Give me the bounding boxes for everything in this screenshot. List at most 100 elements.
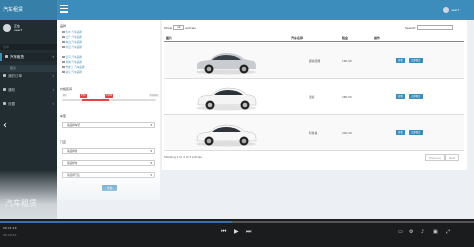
play-icon[interactable]: ▶ <box>234 229 239 235</box>
volume-icon[interactable]: ♪ <box>421 229 424 235</box>
page-length-control[interactable]: Show 10 entries <box>164 25 196 30</box>
select-value: 请选择车型 <box>67 124 80 127</box>
price-range-slider[interactable] <box>62 99 156 101</box>
store-filter-label: 门店 <box>60 140 67 144</box>
sidebar-header: 菜单 <box>0 44 57 50</box>
price-max-label: ¥1000 <box>149 94 159 97</box>
brand-checkbox[interactable]: 雪佛兰 汽车品牌 <box>62 65 84 69</box>
type-filter-label: 车型 <box>60 114 67 118</box>
chevron-icon: ‹ <box>52 101 54 106</box>
table-row: 朗逸经典 160.00 查看 立即预订 <box>164 43 464 79</box>
brand-checkbox[interactable]: 本田 汽车品牌 <box>62 40 82 44</box>
chevron-icon: ‹ <box>52 54 54 59</box>
chevron-left-icon[interactable]: ‹ <box>3 120 7 131</box>
sidebar: 正在 user7 菜单 汽车租赁 ‹ 租赁 我的订单 ‹ 通知 ‹ 设置 ‹ ‹… <box>0 20 57 247</box>
view-button[interactable]: 查看 <box>396 130 405 135</box>
sidebar-item-settings[interactable]: 设置 ‹ <box>0 100 57 108</box>
current-time: 00:21:16 <box>3 226 17 230</box>
sidebar-item-orders[interactable]: 我的订单 ‹ <box>0 72 57 80</box>
checkbox-label: 奔驰 汽车品牌 <box>65 61 82 64</box>
bell-icon <box>3 88 6 91</box>
video-caption-title: 汽车租赁 <box>5 199 37 208</box>
view-button[interactable]: 查看 <box>396 94 405 99</box>
brand-checkbox[interactable]: 奔驰 汽车品牌 <box>62 60 82 64</box>
checkbox-label: 本田 汽车品牌 <box>65 41 82 44</box>
book-button[interactable]: 立即预订 <box>409 58 423 63</box>
sidebar-item-label: 汽车租赁 <box>10 55 24 59</box>
brand-checkbox[interactable]: 大众 汽车品牌 <box>62 30 82 34</box>
view-button[interactable]: 查看 <box>396 58 405 63</box>
brand-logo[interactable]: 汽车租赁 <box>0 0 57 20</box>
book-button[interactable]: 立即预订 <box>409 130 423 135</box>
checkbox-label: 大众 汽车品牌 <box>65 31 82 34</box>
rewind-icon[interactable]: ⏮ <box>221 229 226 235</box>
show-label: Show <box>164 25 173 30</box>
sidebar-item-car-rental[interactable]: 汽车租赁 ‹ <box>0 53 57 61</box>
menu-toggle-icon[interactable] <box>60 5 68 15</box>
sidebar-item-label: 我的订单 <box>8 74 22 78</box>
column-header[interactable]: 操作 <box>374 36 380 40</box>
avatar <box>3 24 11 32</box>
chevron-down-icon: ▾ <box>150 173 152 177</box>
total-time: 00:43:52 <box>3 233 17 237</box>
table-row: 科鲁兹 200.00 查看 立即预订 <box>164 115 464 151</box>
city-select[interactable]: 请选择市 ▾ <box>62 160 155 166</box>
forward-icon[interactable]: ⏭ <box>246 229 251 235</box>
order-icon <box>3 74 6 77</box>
price-range-fill <box>82 99 109 101</box>
chevron-down-icon: ▾ <box>150 123 152 127</box>
page-length-select[interactable]: 10 <box>173 25 185 30</box>
brand-filter-label: 品牌 <box>60 24 67 28</box>
checkbox-label: 别克 汽车品牌 <box>65 71 82 74</box>
sidebar-user-name: user7 <box>14 28 23 32</box>
province-select[interactable]: 请选择省 ▾ <box>62 148 155 154</box>
gear-icon <box>3 102 6 105</box>
column-label: 操作 <box>374 36 381 40</box>
avatar <box>443 7 449 13</box>
brand-checkbox[interactable]: 日产 汽车品牌 <box>62 35 82 39</box>
previous-button[interactable]: Previous <box>425 154 445 161</box>
chevron-icon: ‹ <box>52 73 54 78</box>
sidebar-item-notifications[interactable]: 通知 ‹ <box>0 86 57 94</box>
video-progress-fill <box>0 221 233 223</box>
search-button[interactable]: 查询 <box>102 185 117 191</box>
checkbox-label: 雪佛兰 汽车品牌 <box>65 66 85 69</box>
book-button[interactable]: 立即预订 <box>409 94 423 99</box>
table-info: Showing 1 to 3 of 3 entries <box>164 155 202 159</box>
checkbox-label: 宝马 汽车品牌 <box>65 56 82 59</box>
table-row: 逍客 280.00 查看 立即预订 <box>164 79 464 115</box>
column-header[interactable]: 租金 <box>342 36 348 40</box>
sidebar-subitem-rental[interactable]: 租赁 <box>0 65 57 72</box>
fullscreen-icon[interactable]: ⤢ <box>446 229 450 235</box>
top-navbar <box>0 0 474 20</box>
car-type-select[interactable]: 请选择车型 ▾ <box>62 122 155 128</box>
car-name: 科鲁兹 <box>309 131 318 135</box>
price-filter-label: 价格区间 <box>60 87 73 91</box>
column-header[interactable]: 汽车名称 <box>291 36 303 40</box>
store-select[interactable]: 请选择门店 ▾ <box>62 172 155 178</box>
brand-checkbox[interactable]: 宝马 汽车品牌 <box>62 55 82 59</box>
car-image <box>196 124 257 147</box>
pip-icon[interactable]: ▣ <box>433 229 438 235</box>
chevron-icon: ‹ <box>52 87 54 92</box>
brand-checkbox[interactable]: 丰田 汽车品牌 <box>62 45 82 49</box>
car-image <box>196 53 256 75</box>
sidebar-item-label: 设置 <box>8 102 15 106</box>
column-label: 租金 <box>342 36 349 40</box>
column-header[interactable]: 图片 <box>166 36 172 40</box>
car-name: 逍客 <box>309 95 315 99</box>
subtitle-icon[interactable]: ▭ <box>398 229 403 235</box>
brand-checkbox[interactable]: 别克 汽车品牌 <box>62 70 82 74</box>
settings-icon[interactable]: ⚙ <box>409 229 413 235</box>
select-value: 请选择门店 <box>67 174 80 177</box>
column-label: 汽车名称 <box>291 36 304 40</box>
column-label: 图片 <box>166 36 173 40</box>
user-menu[interactable]: user7 <box>443 6 471 14</box>
video-progress-bar[interactable] <box>0 221 474 223</box>
price-low-tag: ¥30 <box>80 94 87 98</box>
next-button[interactable]: Next <box>444 154 460 161</box>
car-price: 280.00 <box>342 95 352 99</box>
select-value: 请选择省 <box>67 150 78 153</box>
search-input[interactable] <box>417 25 454 30</box>
table-header: 图片 汽车名称 租金 操作 <box>164 34 464 42</box>
